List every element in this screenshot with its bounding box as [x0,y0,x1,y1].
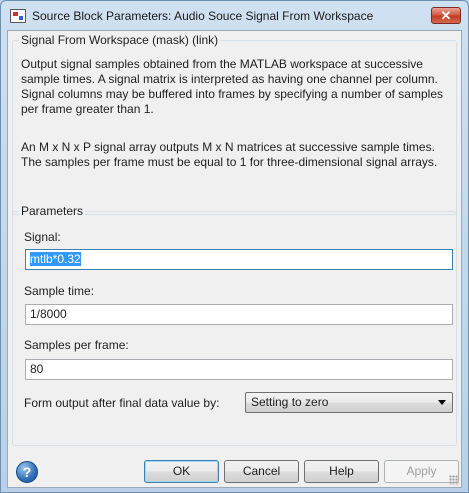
form-output-value: Setting to zero [251,395,329,409]
resize-grip[interactable] [449,475,459,485]
apply-button: Apply [384,460,459,483]
form-output-select[interactable]: Setting to zero [245,392,453,413]
signal-label: Signal: [24,230,61,244]
cancel-button[interactable]: Cancel [224,460,299,483]
window-title: Source Block Parameters: Audio Souce Sig… [32,9,374,23]
description-paragraph-2: An M x N x P signal array outputs M x N … [21,140,438,169]
dialog-window: Source Block Parameters: Audio Souce Sig… [0,0,469,493]
signal-input[interactable]: mtlb*0.32 [25,249,453,270]
close-button[interactable]: ✕ [431,7,461,24]
samples-per-frame-label: Samples per frame: [24,338,129,352]
ok-button[interactable]: OK [144,460,219,483]
description-group: Signal From Workspace (mask) (link) Outp… [12,33,457,215]
title-bar[interactable]: Source Block Parameters: Audio Souce Sig… [2,2,467,30]
description-header: Signal From Workspace (mask) (link) [19,33,221,47]
parameters-group: Parameters Signal: mtlb*0.32 Sample time… [12,204,457,446]
dialog-body: Signal From Workspace (mask) (link) Outp… [7,30,462,488]
sample-time-label: Sample time: [24,284,95,298]
sample-time-input[interactable]: 1/8000 [25,304,453,325]
chevron-down-icon [438,400,446,405]
help-icon[interactable]: ? [16,461,38,483]
simulink-block-icon [10,9,26,23]
form-output-label: Form output after final data value by: [24,396,220,410]
samples-per-frame-value: 80 [30,362,44,376]
sample-time-value: 1/8000 [30,307,67,321]
signal-value: mtlb*0.32 [30,252,81,266]
description-paragraph-1: Output signal samples obtained from the … [21,57,443,116]
help-button[interactable]: Help [304,460,379,483]
parameters-header: Parameters [19,204,86,218]
samples-per-frame-input[interactable]: 80 [25,359,453,380]
